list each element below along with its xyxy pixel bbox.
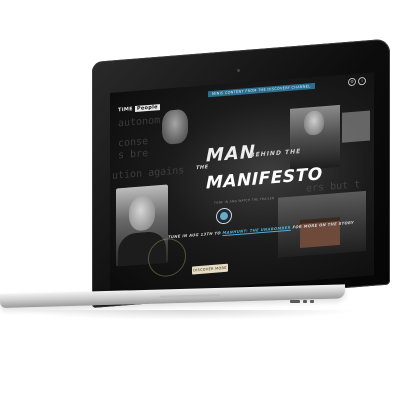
man-photo [290, 104, 340, 171]
logo-time: TIME [118, 106, 133, 114]
background-text-3: s bre [118, 148, 149, 162]
camera-icon [237, 69, 240, 72]
laptop-ports [290, 300, 314, 303]
port-thunderbolt [303, 300, 307, 303]
port-usb [290, 300, 300, 303]
newspaper-image [342, 110, 370, 143]
top-icons: ⚙ i [348, 76, 366, 87]
suspect-sketch-image [162, 108, 188, 145]
laptop-shadow [10, 310, 360, 320]
title-the: THE [196, 164, 209, 172]
laptop-screen: autonom conse s bre ution agains ers but… [110, 72, 374, 296]
info-icon[interactable]: i [358, 76, 366, 86]
title-man: MAN [206, 141, 256, 167]
settings-icon[interactable]: ⚙ [348, 77, 356, 87]
port-audio [310, 300, 314, 303]
laptop-mockup: autonom conse s bre ution agains ers but… [0, 0, 400, 400]
